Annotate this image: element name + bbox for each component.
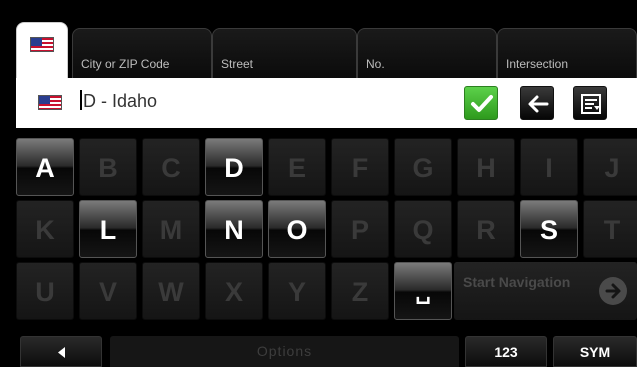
backspace-arrow-icon bbox=[528, 95, 549, 113]
tab-country[interactable] bbox=[16, 22, 68, 78]
tab-label: Intersection bbox=[506, 57, 569, 71]
key-m[interactable]: M bbox=[142, 200, 200, 258]
symbols-button[interactable]: SYM bbox=[553, 336, 637, 367]
key-q[interactable]: Q bbox=[394, 200, 452, 258]
key-h[interactable]: H bbox=[457, 138, 515, 196]
key-space[interactable]: ␣ bbox=[394, 262, 452, 320]
key-y[interactable]: Y bbox=[268, 262, 326, 320]
key-l[interactable]: L bbox=[79, 200, 137, 258]
numbers-button[interactable]: 123 bbox=[465, 336, 547, 367]
key-n[interactable]: N bbox=[205, 200, 263, 258]
us-flag-icon bbox=[38, 95, 62, 110]
search-input-bar[interactable]: D - Idaho bbox=[16, 78, 637, 128]
key-s[interactable]: S bbox=[520, 200, 578, 258]
key-e[interactable]: E bbox=[268, 138, 326, 196]
us-flag-icon bbox=[30, 37, 54, 52]
tab-number[interactable]: No. bbox=[357, 28, 497, 78]
tab-bar: City or ZIP Code Street No. Intersection bbox=[0, 0, 637, 78]
tab-street[interactable]: Street bbox=[212, 28, 357, 78]
arrow-right-icon bbox=[599, 277, 627, 305]
key-x[interactable]: X bbox=[205, 262, 263, 320]
on-screen-keyboard: A B C D E F G H I J K L M N O P Q R S T … bbox=[0, 128, 637, 336]
key-w[interactable]: W bbox=[142, 262, 200, 320]
tab-intersection[interactable]: Intersection bbox=[497, 28, 637, 78]
key-i[interactable]: I bbox=[520, 138, 578, 196]
tab-label: Street bbox=[221, 57, 254, 71]
key-k[interactable]: K bbox=[16, 200, 74, 258]
bottom-bar: Options 123 SYM bbox=[0, 336, 637, 367]
tab-label: City or ZIP Code bbox=[81, 57, 170, 71]
key-t[interactable]: T bbox=[583, 200, 637, 258]
key-j[interactable]: J bbox=[583, 138, 637, 196]
key-f[interactable]: F bbox=[331, 138, 389, 196]
key-g[interactable]: G bbox=[394, 138, 452, 196]
key-d[interactable]: D bbox=[205, 138, 263, 196]
key-c[interactable]: C bbox=[142, 138, 200, 196]
text-cursor bbox=[80, 90, 82, 110]
tab-label: No. bbox=[366, 57, 385, 71]
search-input-value: D - Idaho bbox=[83, 91, 158, 111]
key-b[interactable]: B bbox=[79, 138, 137, 196]
key-u[interactable]: U bbox=[16, 262, 74, 320]
start-navigation-button[interactable]: Start Navigation bbox=[454, 262, 637, 320]
key-r[interactable]: R bbox=[457, 200, 515, 258]
tab-city-or-zip[interactable]: City or ZIP Code bbox=[72, 28, 212, 78]
key-p[interactable]: P bbox=[331, 200, 389, 258]
back-button[interactable] bbox=[20, 336, 102, 367]
start-navigation-label: Start Navigation bbox=[463, 274, 571, 290]
results-list-button[interactable] bbox=[573, 86, 607, 120]
list-icon bbox=[581, 94, 601, 114]
checkmark-icon bbox=[471, 95, 493, 112]
key-v[interactable]: V bbox=[79, 262, 137, 320]
key-o[interactable]: O bbox=[268, 200, 326, 258]
triangle-left-icon bbox=[58, 347, 65, 358]
search-input[interactable]: D - Idaho bbox=[80, 90, 157, 112]
options-button[interactable]: Options bbox=[110, 336, 459, 367]
key-a[interactable]: A bbox=[16, 138, 74, 196]
key-z[interactable]: Z bbox=[331, 262, 389, 320]
confirm-button[interactable] bbox=[464, 86, 498, 120]
backspace-button[interactable] bbox=[520, 86, 554, 120]
